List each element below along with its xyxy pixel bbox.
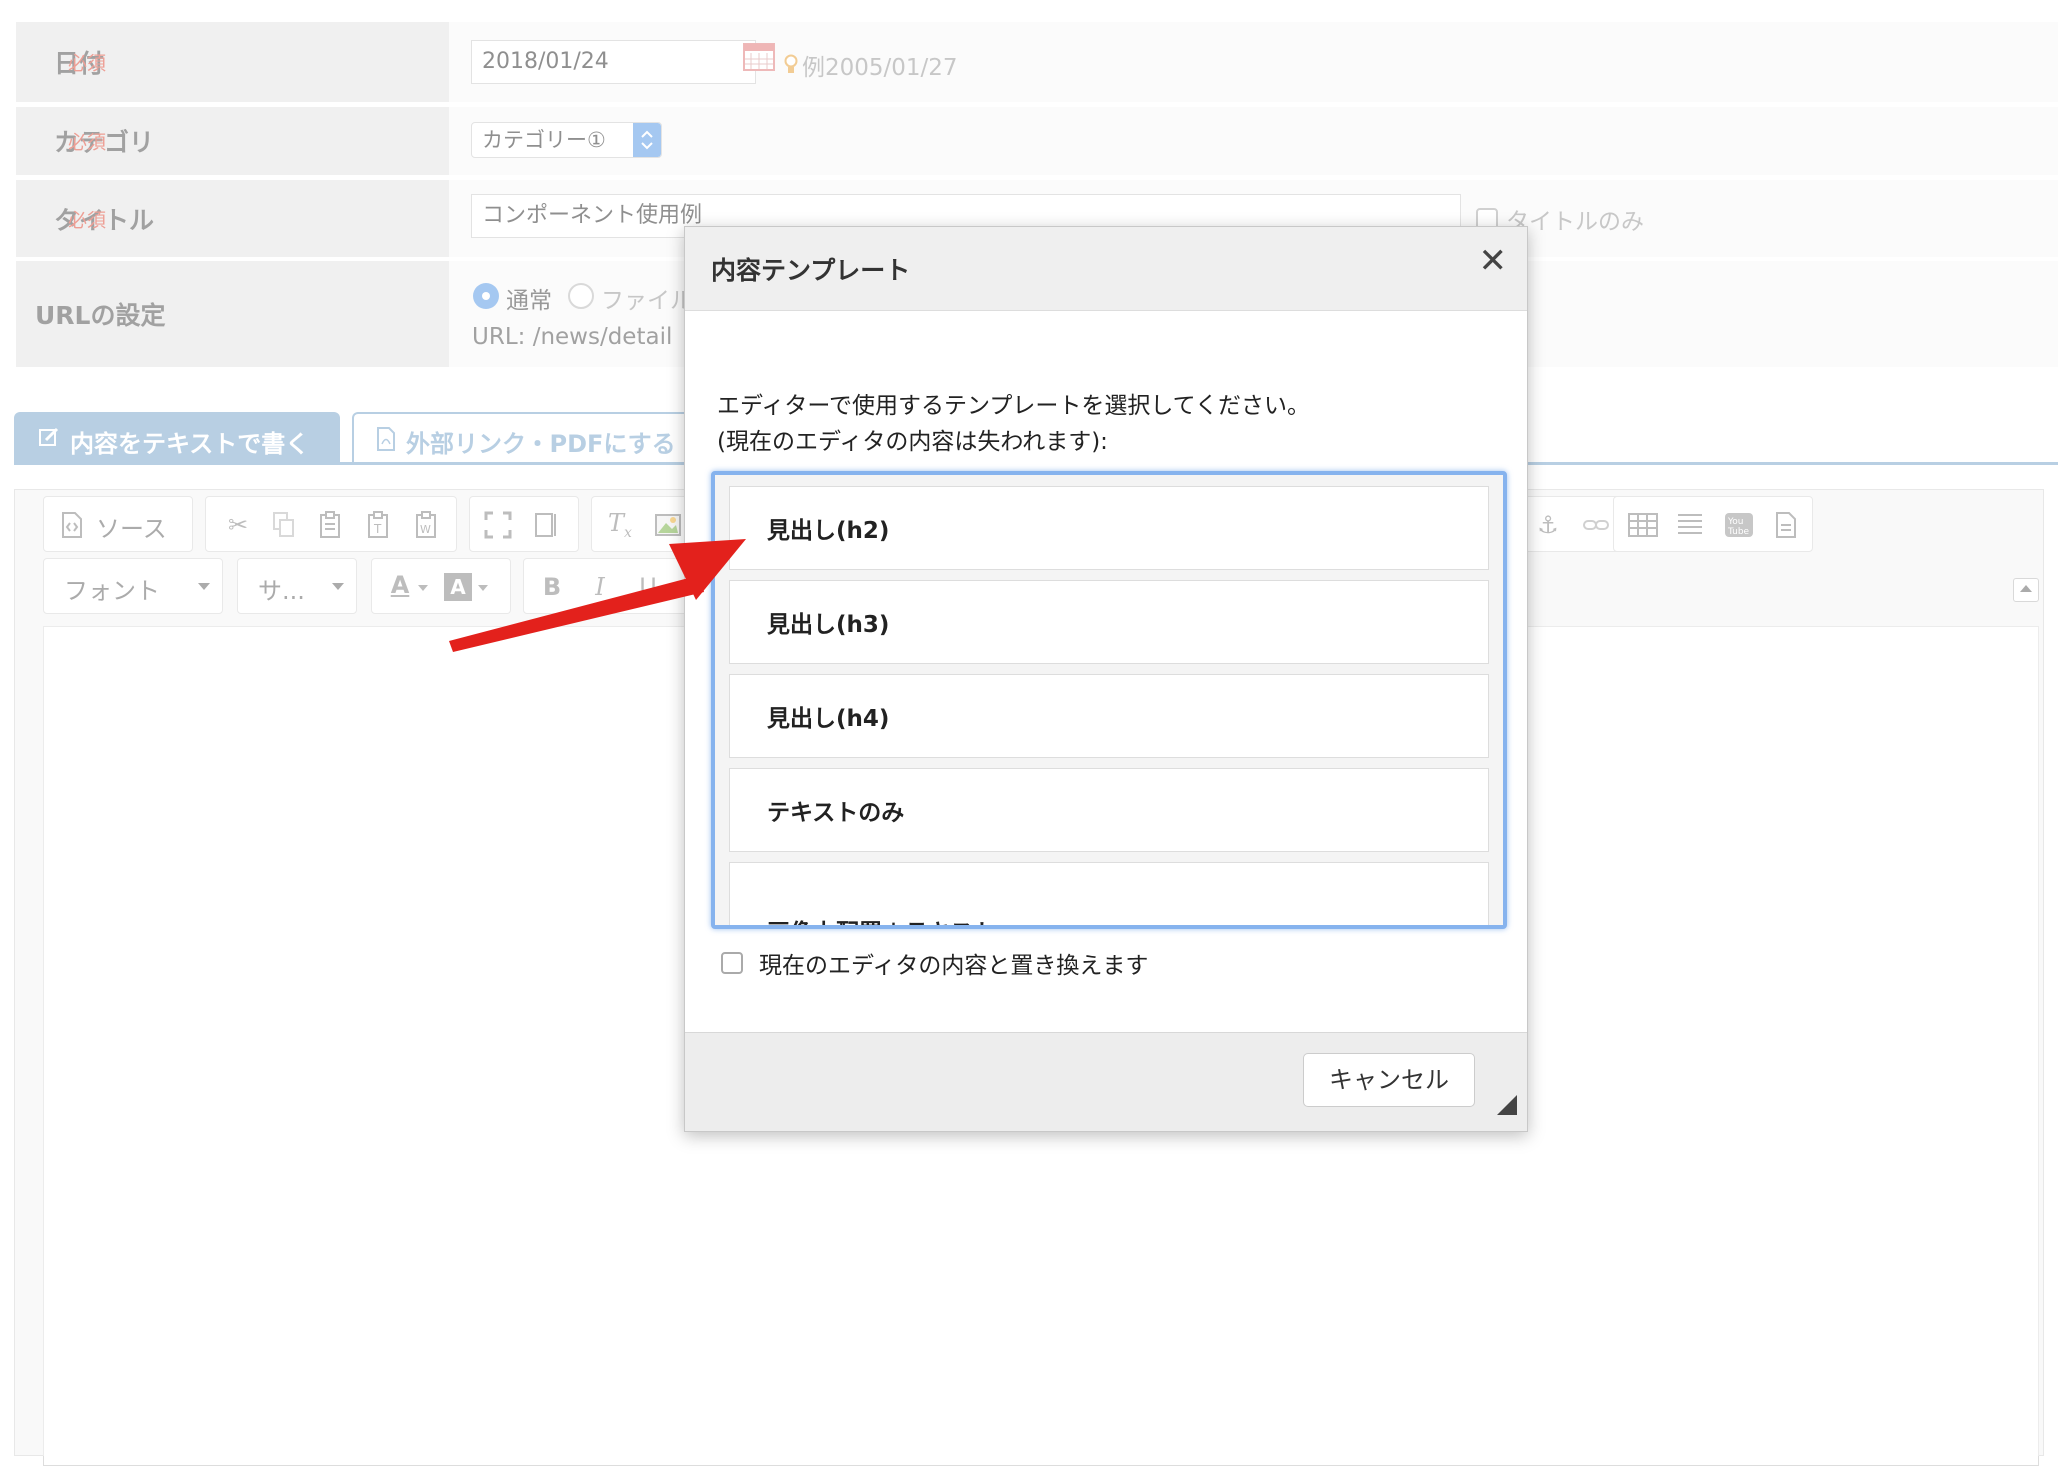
arrow-shaft [449, 575, 704, 652]
red-arrow-annotation [449, 539, 746, 652]
